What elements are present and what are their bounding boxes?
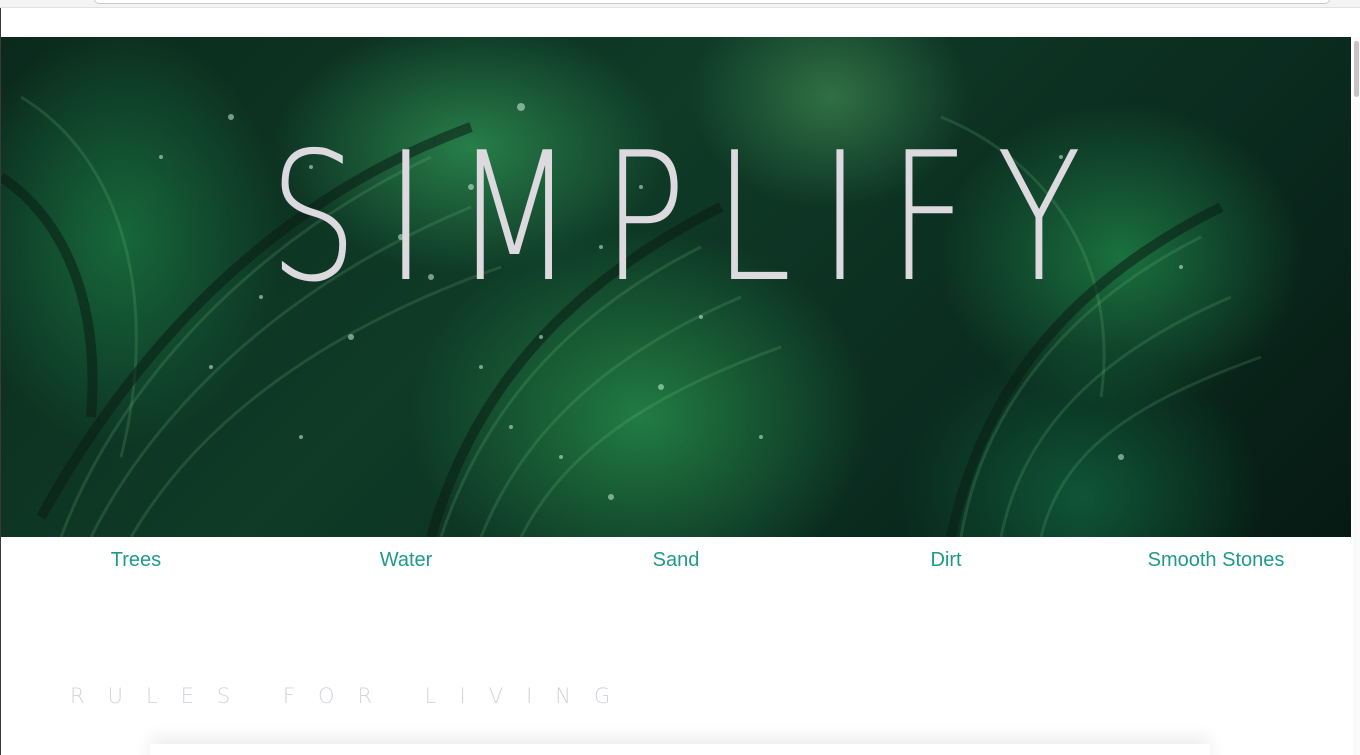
vertical-scrollbar[interactable] (1353, 37, 1360, 755)
hero-title: SIMPLIFY (269, 114, 1110, 321)
nav-link-smooth-stones[interactable]: Smooth Stones (1081, 537, 1351, 587)
main-nav: Trees Water Sand Dirt Smooth Stones (1, 537, 1351, 587)
content-card-edge (150, 744, 1210, 755)
address-bar[interactable] (94, 0, 1330, 4)
nav-link-dirt[interactable]: Dirt (811, 537, 1081, 587)
section-tagline: RULES FOR LIVING (70, 684, 634, 708)
nav-link-sand[interactable]: Sand (541, 537, 811, 587)
scrollbar-thumb[interactable] (1354, 41, 1359, 97)
browser-toolbar (0, 0, 1360, 8)
nav-link-trees[interactable]: Trees (1, 537, 271, 587)
hero-banner: SIMPLIFY (1, 37, 1351, 537)
nav-link-water[interactable]: Water (271, 537, 541, 587)
